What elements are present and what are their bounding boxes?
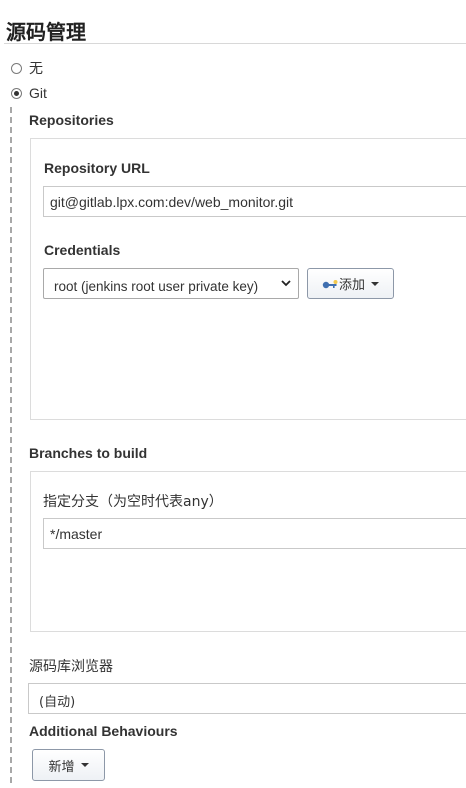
add-credentials-button[interactable]: 添加 xyxy=(307,268,394,299)
scm-option-git-label: Git xyxy=(29,85,47,101)
caret-down-icon xyxy=(371,281,379,286)
repository-browser-label: 源码库浏览器 xyxy=(29,659,113,675)
branches-heading: Branches to build xyxy=(29,445,148,461)
add-behaviour-button[interactable]: 新增 xyxy=(32,749,105,781)
section-title: 源码管理 xyxy=(6,20,86,44)
radio-none[interactable] xyxy=(11,62,22,74)
credentials-label: Credentials xyxy=(44,242,121,258)
radio-git[interactable] xyxy=(11,87,22,99)
title-divider xyxy=(4,43,466,44)
additional-behaviours-heading: Additional Behaviours xyxy=(29,723,178,739)
repository-url-label: Repository URL xyxy=(44,160,150,176)
key-icon xyxy=(322,279,338,289)
branch-specifier-input[interactable]: */master xyxy=(43,518,466,549)
caret-down-icon xyxy=(80,763,89,767)
repository-url-value: git@gitlab.lpx.com:dev/web_monitor.git xyxy=(50,193,293,210)
repositories-heading: Repositories xyxy=(29,112,114,128)
add-credentials-label: 添加 xyxy=(338,278,365,293)
branch-specifier-label: 指定分支（为空时代表any） xyxy=(43,494,223,510)
scm-option-git[interactable]: Git xyxy=(11,85,47,101)
nesting-guide xyxy=(10,107,12,783)
repository-browser-selected: (自动) xyxy=(39,695,76,710)
credentials-select[interactable]: root (jenkins root user private key) xyxy=(43,268,299,299)
add-behaviour-label: 新增 xyxy=(48,759,75,775)
credentials-selected: root (jenkins root user private key) xyxy=(54,279,259,294)
branch-specifier-value: */master xyxy=(50,525,103,542)
repository-url-input[interactable]: git@gitlab.lpx.com:dev/web_monitor.git xyxy=(43,186,466,217)
repository-browser-select[interactable]: (自动) xyxy=(28,683,466,714)
chevron-down-icon xyxy=(281,280,291,287)
scm-option-none[interactable]: 无 xyxy=(11,58,43,78)
scm-option-none-label: 无 xyxy=(29,61,43,77)
